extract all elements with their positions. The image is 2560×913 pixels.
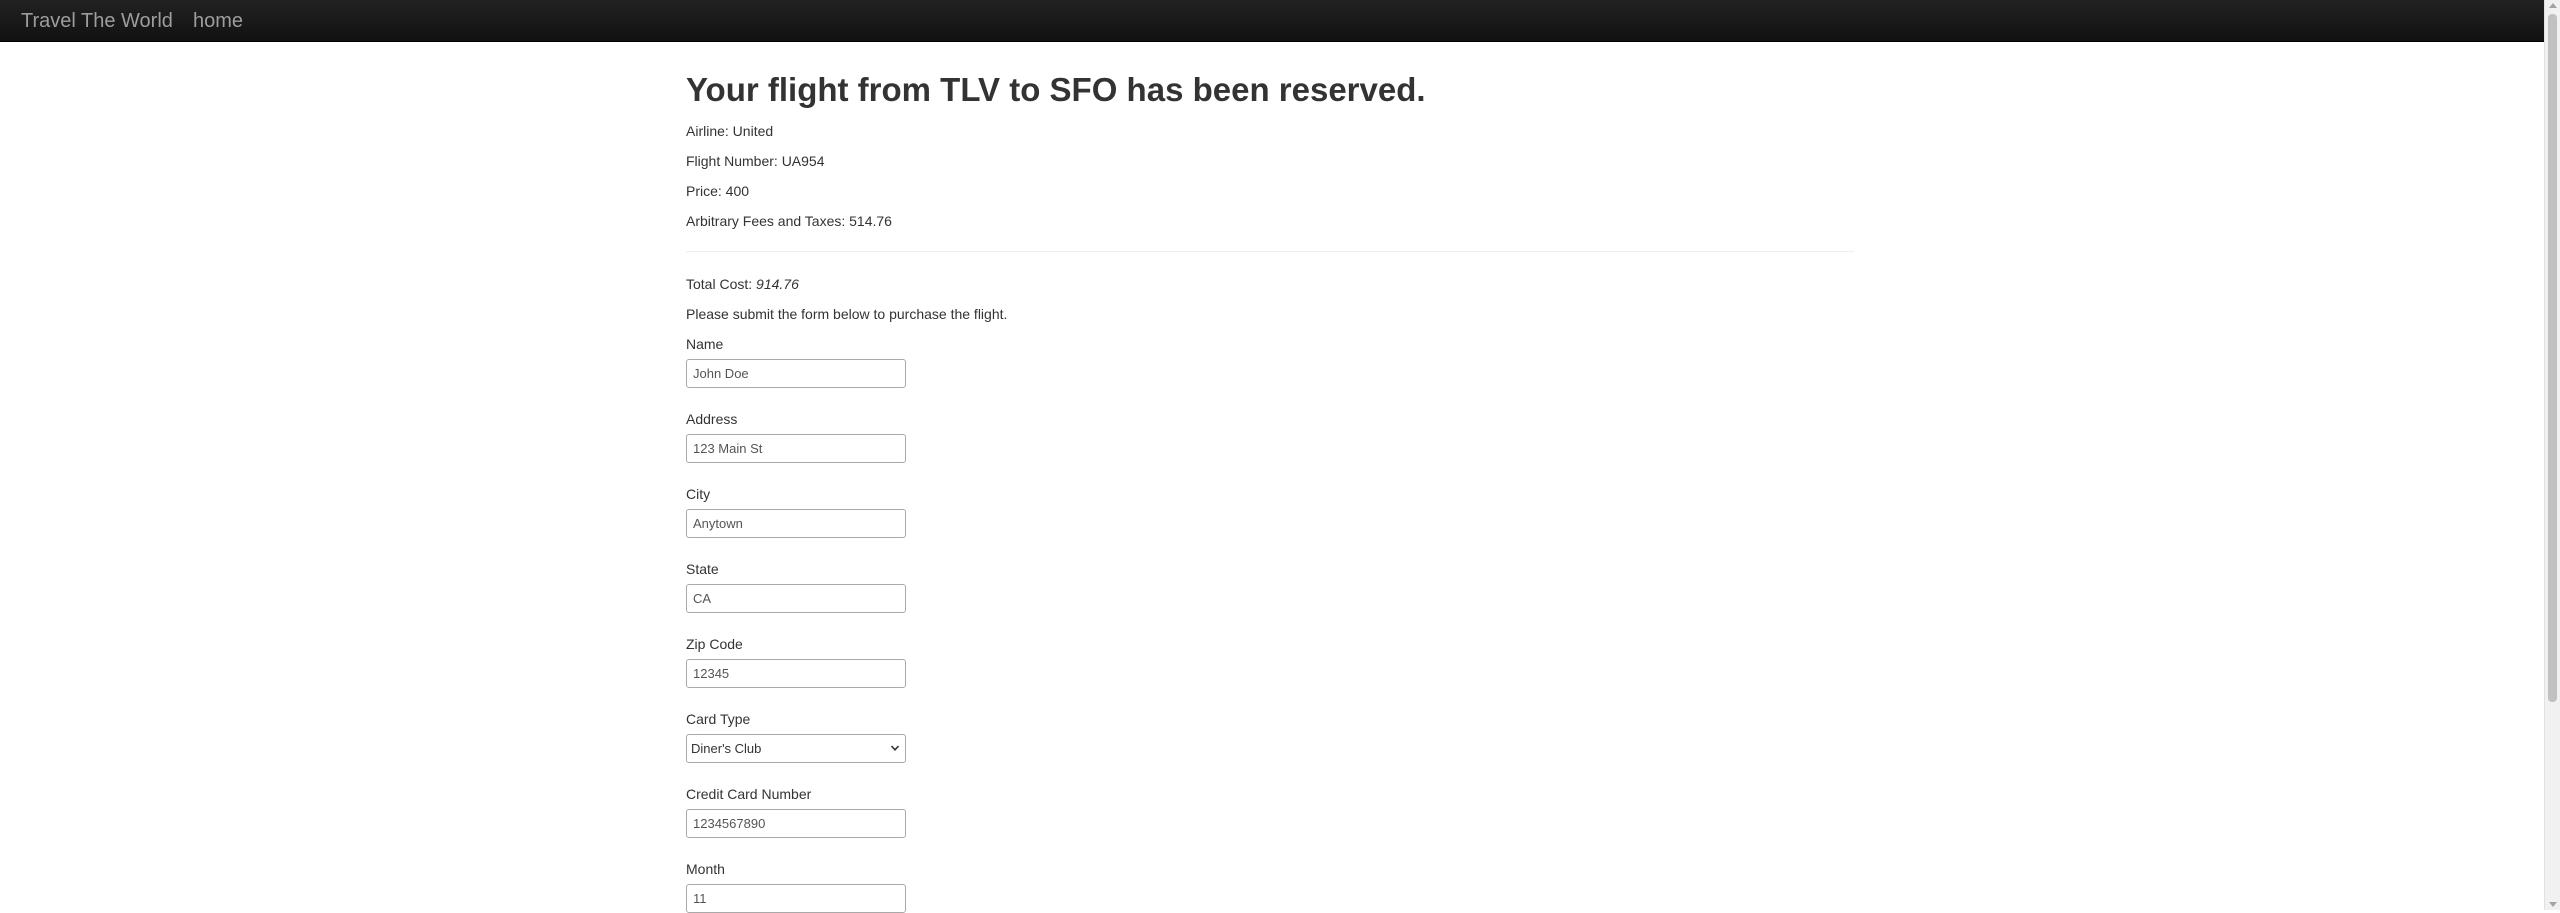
nav-home-link[interactable]: home xyxy=(193,9,243,33)
vertical-scrollbar[interactable] xyxy=(2544,0,2560,910)
divider xyxy=(686,251,1854,252)
page-title: Your flight from TLV to SFO has been res… xyxy=(686,71,1426,108)
name-input[interactable] xyxy=(686,359,906,388)
card-type-select-wrapper: Diner's Club xyxy=(686,734,906,763)
card-type-label: Card Type xyxy=(686,711,751,727)
month-label: Month xyxy=(686,861,725,877)
credit-card-number-input[interactable] xyxy=(686,809,906,838)
flight-number-info: Flight Number: UA954 xyxy=(686,153,825,169)
name-label: Name xyxy=(686,336,724,352)
state-input[interactable] xyxy=(686,584,906,613)
scrollbar-thumb[interactable] xyxy=(2548,14,2557,702)
total-cost: Total Cost: 914.76 xyxy=(686,274,799,294)
card-type-select[interactable]: Diner's Club xyxy=(686,734,906,763)
city-input[interactable] xyxy=(686,509,906,538)
scroll-down-arrow-icon[interactable] xyxy=(2549,902,2557,907)
airline-info: Airline: United xyxy=(686,123,774,139)
zip-code-input[interactable] xyxy=(686,659,906,688)
state-label: State xyxy=(686,561,719,577)
total-cost-label: Total Cost: xyxy=(686,276,757,292)
brand-link[interactable]: Travel The World xyxy=(21,9,173,33)
credit-card-number-label: Credit Card Number xyxy=(686,786,812,802)
address-label: Address xyxy=(686,411,738,427)
zip-code-label: Zip Code xyxy=(686,636,743,652)
fees-info: Arbitrary Fees and Taxes: 514.76 xyxy=(686,213,892,229)
price-info: Price: 400 xyxy=(686,183,750,199)
city-label: City xyxy=(686,486,711,502)
scroll-up-arrow-icon[interactable] xyxy=(2549,3,2557,8)
total-cost-value: 914.76 xyxy=(756,276,799,292)
navbar: Travel The World home xyxy=(0,0,2544,42)
address-input[interactable] xyxy=(686,434,906,463)
month-input[interactable] xyxy=(686,884,906,913)
form-instructions: Please submit the form below to purchase… xyxy=(686,306,1008,322)
